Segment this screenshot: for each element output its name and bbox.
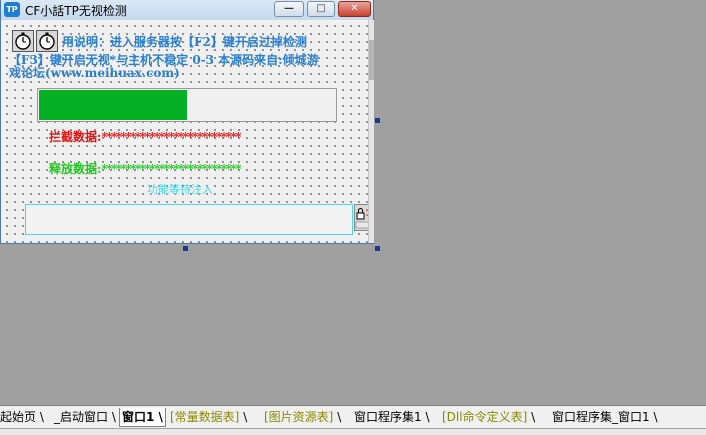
maximize-button[interactable]: □ bbox=[307, 1, 335, 17]
tab-constant-table[interactable]: [常量数据表] \ bbox=[168, 408, 249, 426]
stopwatch-icon bbox=[39, 32, 55, 50]
resize-handle-bottom[interactable] bbox=[183, 246, 188, 251]
timer-control-2[interactable] bbox=[36, 30, 58, 52]
tab-window-program-set1[interactable]: 窗口程序集1 \ bbox=[352, 408, 432, 426]
tab-startup-window[interactable]: _启动窗口 \ bbox=[52, 408, 118, 426]
intercept-label: 拦截数据: bbox=[49, 130, 102, 144]
designer-canvas: TP CF小話TP无视检测 — □ ✕ 用说明：进入服务器按【F2】键开启过掉检… bbox=[0, 0, 706, 405]
intercept-row: 拦截数据:***************************** bbox=[49, 128, 241, 145]
window-title: CF小話TP无视检测 bbox=[25, 4, 127, 18]
release-value: ***************************** bbox=[101, 162, 241, 176]
resize-handle-corner[interactable] bbox=[375, 246, 380, 251]
tab-start-page[interactable]: 起始页 \ bbox=[0, 408, 46, 426]
app-icon: TP bbox=[4, 2, 20, 17]
instruction-line-1: 用说明：进入服务器按【F2】键开启过掉检测 bbox=[62, 35, 307, 49]
tab-image-resource-table[interactable]: [图片资源表] \ bbox=[262, 408, 343, 426]
document-tab-bar: 起始页 \ _启动窗口 \ 窗口1 \ [常量数据表] \ [图片资源表] \ … bbox=[0, 405, 706, 435]
maximize-icon: □ bbox=[316, 3, 326, 14]
tab-dll-command-table[interactable]: [Dll命令定义表] \ bbox=[440, 408, 537, 426]
scrollbar-thumb[interactable] bbox=[369, 40, 374, 80]
edit-box[interactable] bbox=[25, 204, 353, 235]
stopwatch-icon bbox=[15, 32, 31, 50]
minimize-icon: — bbox=[284, 3, 294, 14]
vertical-scrollbar[interactable] bbox=[368, 20, 374, 243]
status-label: 功能等待注入 bbox=[147, 183, 213, 196]
window-titlebar[interactable]: TP CF小話TP无视检测 — □ ✕ bbox=[1, 0, 373, 21]
resize-handle-right[interactable] bbox=[375, 118, 380, 123]
timer-control-1[interactable] bbox=[12, 30, 34, 52]
release-row: 释放数据:***************************** bbox=[49, 160, 241, 177]
tab-window-program-set-window1[interactable]: 窗口程序集_窗口1 \ bbox=[550, 408, 660, 426]
form-window[interactable]: TP CF小話TP无视检测 — □ ✕ 用说明：进入服务器按【F2】键开启过掉检… bbox=[0, 0, 374, 244]
progress-fill bbox=[39, 90, 187, 120]
tab-window1[interactable]: 窗口1 \ bbox=[119, 408, 166, 427]
release-label: 释放数据: bbox=[49, 162, 102, 176]
intercept-value: ***************************** bbox=[101, 130, 241, 144]
close-icon: ✕ bbox=[350, 3, 359, 14]
close-button[interactable]: ✕ bbox=[338, 1, 371, 17]
progress-bar bbox=[37, 88, 337, 122]
instruction-line-3: 戏论坛(www.meihuax.com) bbox=[9, 66, 180, 80]
tab-bar-scroll-strip bbox=[0, 428, 706, 435]
minimize-button[interactable]: — bbox=[274, 1, 304, 17]
